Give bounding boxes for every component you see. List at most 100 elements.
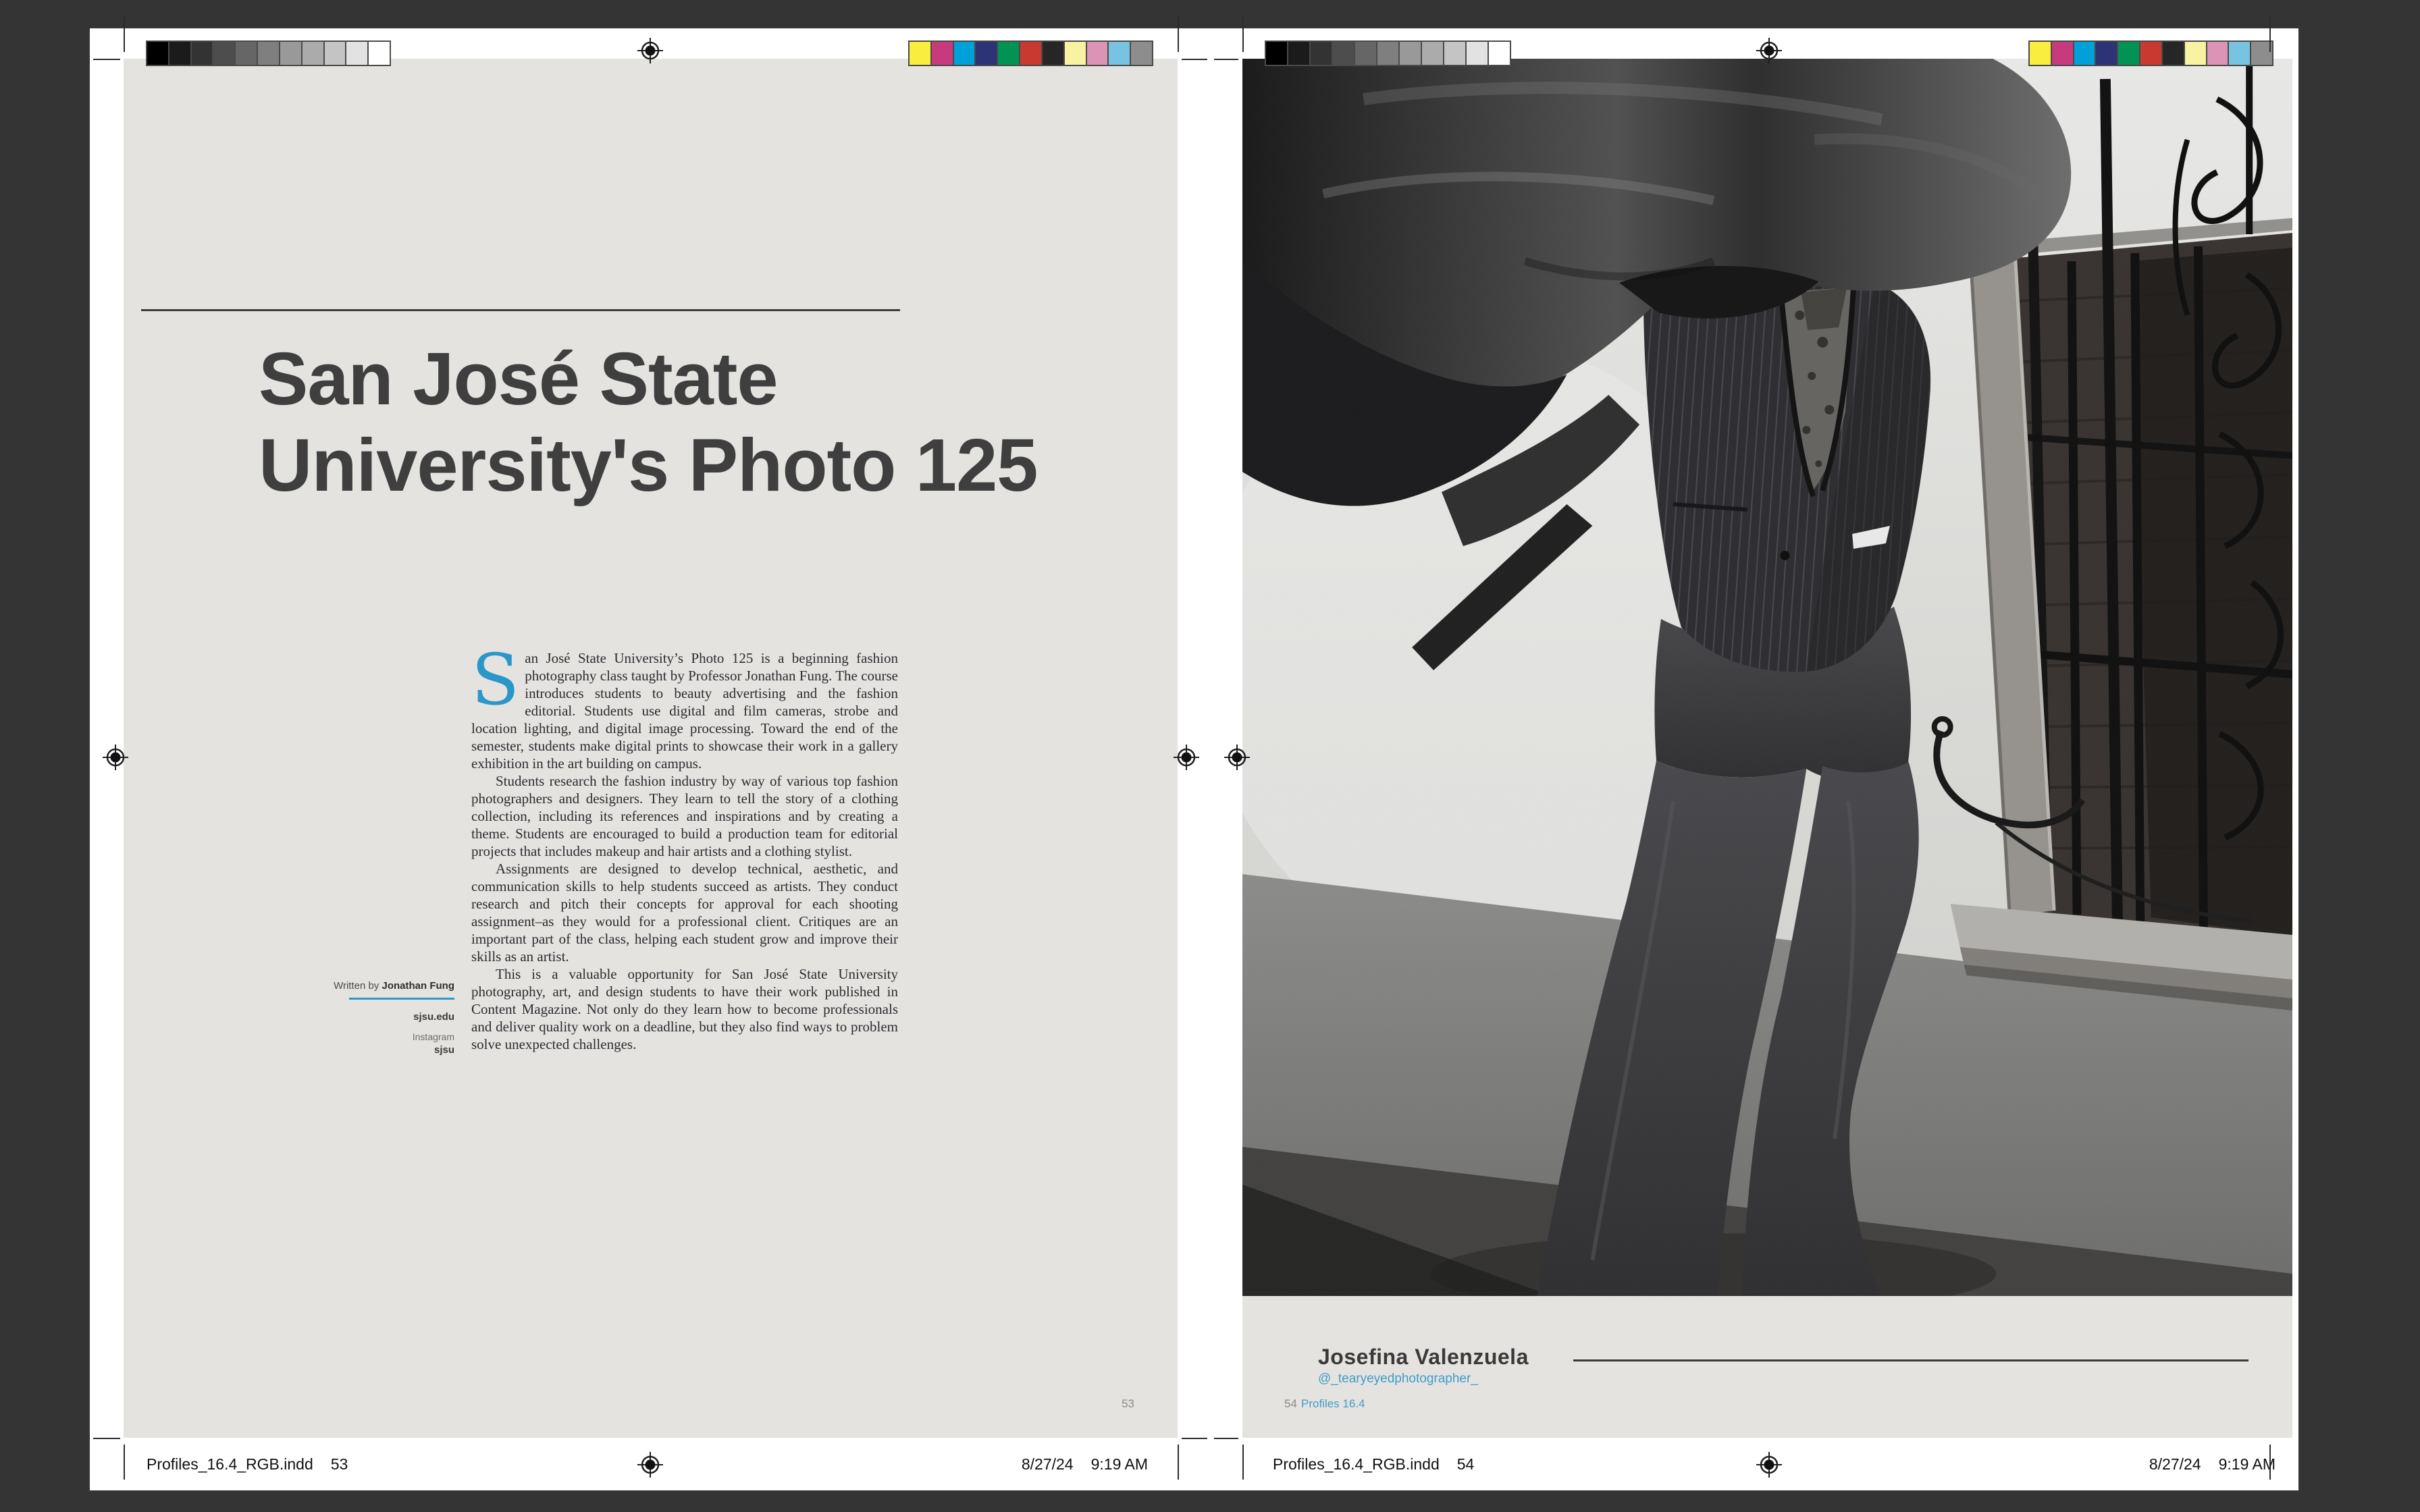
headline-rule xyxy=(141,309,900,311)
calibration-swatch xyxy=(190,42,213,65)
slug-date: 8/27/24 xyxy=(1022,1455,1074,1473)
article-headline: San José State University's Photo 125 xyxy=(259,336,1157,509)
calibration-swatch xyxy=(1041,42,1063,65)
slug-time: 9:19 AM xyxy=(2219,1455,2276,1473)
slug-datetime-left-page: 8/27/24 9:19 AM xyxy=(945,1455,1148,1474)
crop-mark xyxy=(1242,17,1244,52)
body-paragraph: San José State University’s Photo 125 is… xyxy=(471,649,898,772)
grayscale-calibration-bar xyxy=(1265,40,1511,66)
calibration-swatch xyxy=(1309,42,1332,65)
calibration-swatch xyxy=(1086,42,1108,65)
calibration-swatch xyxy=(1398,42,1421,65)
slug-page-number: 53 xyxy=(331,1455,348,1473)
calibration-swatch xyxy=(2206,42,2228,65)
instagram-label: Instagram xyxy=(290,1031,454,1042)
calibration-swatch xyxy=(1332,42,1354,65)
registration-mark-icon xyxy=(1756,1451,1783,1478)
calibration-swatch xyxy=(2117,42,2139,65)
slug-page-number: 54 xyxy=(1457,1455,1475,1473)
crop-mark xyxy=(2269,17,2271,52)
crop-mark xyxy=(1242,1444,1244,1480)
calibration-swatch xyxy=(2095,42,2117,65)
calibration-swatch xyxy=(1287,42,1309,65)
registration-mark-icon xyxy=(1756,37,1783,64)
calibration-swatch xyxy=(345,42,367,65)
calibration-swatch xyxy=(1488,42,1510,65)
slug-time: 9:19 AM xyxy=(1091,1455,1148,1473)
author-name: Jonathan Fung xyxy=(382,980,455,992)
print-spread-pasteboard: San José State University's Photo 125 Sa… xyxy=(0,0,2420,1512)
photo-illustration xyxy=(1242,59,2292,1296)
calibration-swatch xyxy=(147,42,168,65)
photographer-name: Josefina Valenzuela xyxy=(1318,1345,1529,1370)
slug-filename: Profiles_16.4_RGB.indd xyxy=(147,1455,313,1473)
registration-mark-icon xyxy=(1224,744,1251,771)
author-website: sjsu.edu xyxy=(290,1011,454,1023)
byline-block: Written by Jonathan Fung sjsu.edu Instag… xyxy=(290,980,454,1056)
calibration-swatch xyxy=(930,42,953,65)
crop-mark xyxy=(1214,1438,1238,1439)
registration-mark-icon xyxy=(637,37,664,64)
page-number: 53 xyxy=(1080,1397,1134,1411)
crop-mark xyxy=(93,1438,120,1439)
calibration-swatch xyxy=(997,42,1019,65)
calibration-swatch xyxy=(953,42,975,65)
calibration-swatch xyxy=(1354,42,1376,65)
calibration-swatch xyxy=(1107,42,1130,65)
byline-rule xyxy=(349,998,454,1000)
calibration-swatch xyxy=(974,42,997,65)
crop-mark xyxy=(93,59,120,60)
color-calibration-bar xyxy=(2028,40,2273,66)
calibration-swatch xyxy=(2161,42,2184,65)
article-body: San José State University’s Photo 125 is… xyxy=(471,649,898,1053)
calibration-swatch xyxy=(1443,42,1465,65)
written-by-label: Written by xyxy=(334,980,379,992)
calibration-swatch xyxy=(2051,42,2073,65)
credit-rule xyxy=(1573,1359,2248,1361)
bw-photo-windblown-coat xyxy=(1242,59,2292,1296)
body-paragraph: This is a valuable opportunity for San J… xyxy=(471,965,898,1053)
slug-date: 8/27/24 xyxy=(2149,1455,2201,1473)
calibration-swatch xyxy=(910,42,930,65)
registration-mark-icon xyxy=(637,1451,664,1478)
calibration-swatch xyxy=(2073,42,2095,65)
slug-datetime-right-page: 8/27/24 9:19 AM xyxy=(2073,1455,2276,1474)
calibration-swatch xyxy=(2139,42,2161,65)
calibration-swatch xyxy=(2228,42,2250,65)
written-by-line: Written by Jonathan Fung xyxy=(290,980,454,992)
calibration-swatch xyxy=(279,42,301,65)
calibration-swatch xyxy=(1019,42,1041,65)
calibration-swatch xyxy=(2030,42,2051,65)
calibration-swatch xyxy=(257,42,279,65)
drop-cap: S xyxy=(471,649,525,706)
crop-mark xyxy=(1178,1444,1179,1480)
body-paragraph: Assignments are designed to develop tech… xyxy=(471,860,898,965)
headline-line-1: San José State xyxy=(259,336,1157,423)
crop-mark xyxy=(124,1444,125,1480)
body-paragraph: Students research the fashion industry b… xyxy=(471,772,898,860)
calibration-swatch xyxy=(1130,42,1152,65)
color-calibration-bar xyxy=(908,40,1153,66)
page-number: 54 xyxy=(1284,1397,1297,1411)
slug-line-right-page: Profiles_16.4_RGB.indd54 xyxy=(1273,1455,1474,1474)
crop-mark xyxy=(1214,59,1238,60)
registration-mark-icon xyxy=(1173,744,1200,771)
calibration-swatch xyxy=(1421,42,1443,65)
calibration-swatch xyxy=(301,42,323,65)
calibration-swatch xyxy=(367,42,390,65)
instagram-handle: sjsu xyxy=(290,1044,454,1056)
grayscale-calibration-bar xyxy=(146,40,391,66)
calibration-swatch xyxy=(1465,42,1488,65)
calibration-swatch xyxy=(1376,42,1398,65)
registration-mark-icon xyxy=(102,744,129,771)
calibration-swatch xyxy=(323,42,346,65)
crop-mark xyxy=(124,17,125,52)
calibration-swatch xyxy=(234,42,257,65)
calibration-swatch xyxy=(2184,42,2206,65)
crop-mark xyxy=(1182,1438,1207,1439)
publication-label: Profiles 16.4 xyxy=(1301,1397,1365,1411)
slug-line-left-page: Profiles_16.4_RGB.indd 53 xyxy=(147,1455,348,1474)
crop-mark xyxy=(1182,59,1207,60)
calibration-swatch xyxy=(1266,42,1287,65)
calibration-swatch xyxy=(212,42,234,65)
